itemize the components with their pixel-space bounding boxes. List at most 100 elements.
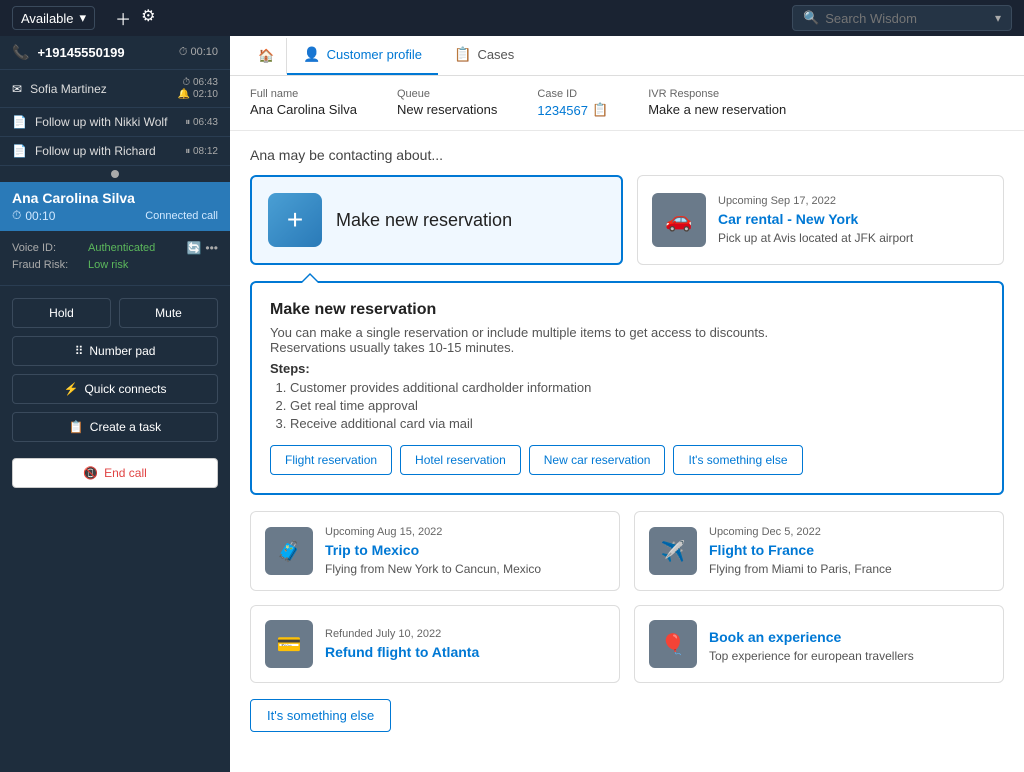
contact-name-nikki: Follow up with Nikki Wolf xyxy=(35,115,177,129)
search-input[interactable] xyxy=(825,11,989,26)
add-icon[interactable]: ＋ xyxy=(115,6,131,30)
ivr-label: IVR Response xyxy=(648,88,786,100)
full-name-label: Full name xyxy=(250,88,357,100)
contact-time-richard: ⏸ 08:12 xyxy=(185,146,218,157)
refresh-icon[interactable]: 🔄 xyxy=(186,241,201,255)
something-else-button[interactable]: It's something else xyxy=(250,699,391,732)
contact-times-richard: ⏸ 08:12 xyxy=(185,146,218,157)
steps-label: Steps: xyxy=(270,361,984,376)
tab-customer-profile[interactable]: 👤 Customer profile xyxy=(287,36,438,75)
number-pad-button[interactable]: ⠿ Number pad xyxy=(12,336,218,366)
contact-time2: 🔔 02:10 xyxy=(178,89,218,100)
luggage-icon: 🧳 xyxy=(265,527,313,575)
contact-item-richard[interactable]: 📄 Follow up with Richard ⏸ 08:12 xyxy=(0,137,230,166)
phone-icon: 📞 xyxy=(12,44,29,61)
end-call-button[interactable]: 📵 End call xyxy=(12,458,218,488)
tab-home[interactable]: 🏠 xyxy=(246,38,287,74)
search-icon: 🔍 xyxy=(803,10,819,26)
customer-info-bar: Full name Ana Carolina Silva Queue New r… xyxy=(230,76,1024,131)
something-else-inline-button[interactable]: It's something else xyxy=(673,445,802,475)
new-car-reservation-button[interactable]: New car reservation xyxy=(529,445,666,475)
flight-reservation-button[interactable]: Flight reservation xyxy=(270,445,392,475)
top-cards-row: + Make new reservation 🚗 Upcoming Sep 17… xyxy=(250,175,1004,265)
numpad-icon: ⠿ xyxy=(75,344,84,358)
chevron-down-icon: ▾ xyxy=(80,10,87,26)
top-bar: Available ▾ ＋ ⚙ 🔍 ▾ xyxy=(0,0,1024,36)
contact-name-richard: Follow up with Richard xyxy=(35,144,177,158)
create-task-button[interactable]: 📋 Create a task xyxy=(12,412,218,442)
car-rental-title[interactable]: Car rental - New York xyxy=(718,211,913,227)
caller-number: +19145550199 xyxy=(37,45,170,60)
flight-france-content: Upcoming Dec 5, 2022 Flight to France Fl… xyxy=(709,526,892,576)
hold-mute-row: Hold Mute xyxy=(12,298,218,328)
car-icon: 🚗 xyxy=(652,193,706,247)
contact-times-nikki: ⏸ 06:43 xyxy=(185,117,218,128)
contact-times: ⏱ 06:43 🔔 02:10 xyxy=(178,77,218,100)
case-id-value[interactable]: 1234567 📋 xyxy=(537,102,608,118)
availability-label: Available xyxy=(21,11,74,26)
book-experience-card[interactable]: 🎈 Book an experience Top experience for … xyxy=(634,605,1004,683)
steps-list: Customer provides additional cardholder … xyxy=(270,380,984,431)
trip-mexico-title[interactable]: Trip to Mexico xyxy=(325,542,541,558)
contact-type-icon2: 📄 xyxy=(12,115,27,129)
availability-select[interactable]: Available ▾ xyxy=(12,6,95,30)
expanded-reservation-section: Make new reservation You can make a sing… xyxy=(250,281,1004,495)
refund-date: Refunded July 10, 2022 xyxy=(325,628,479,640)
action-buttons: Flight reservation Hotel reservation New… xyxy=(270,445,984,475)
car-rental-date: Upcoming Sep 17, 2022 xyxy=(718,195,913,207)
auth-row: Voice ID: Authenticated 🔄 ••• xyxy=(12,241,218,255)
active-phone-call[interactable]: 📞 +19145550199 ⏱ 00:10 xyxy=(0,36,230,70)
ivr-group: IVR Response Make a new reservation xyxy=(648,88,786,118)
contact-time1: ⏱ 06:43 xyxy=(182,77,218,88)
more-icon[interactable]: ••• xyxy=(205,241,218,255)
call-timer: ⏱ 00:10 xyxy=(179,46,218,59)
top-bar-icons: ＋ ⚙ xyxy=(115,6,155,30)
queue-label: Queue xyxy=(397,88,497,100)
flight-france-title[interactable]: Flight to France xyxy=(709,542,892,558)
connected-badge: Connected call xyxy=(145,210,218,222)
book-experience-desc: Top experience for european travellers xyxy=(709,649,914,663)
expanded-description: You can make a single reservation or inc… xyxy=(270,325,984,355)
fraud-label: Fraud Risk: xyxy=(12,259,82,271)
bottom-cards-grid: 🧳 Upcoming Aug 15, 2022 Trip to Mexico F… xyxy=(250,511,1004,683)
step-3: Receive additional card via mail xyxy=(290,416,984,431)
flight-france-card[interactable]: ✈️ Upcoming Dec 5, 2022 Flight to France… xyxy=(634,511,1004,591)
cases-icon: 📋 xyxy=(454,46,471,63)
credit-card-icon: 💳 xyxy=(265,620,313,668)
task-icon: 📋 xyxy=(69,420,84,434)
balloon-icon: 🎈 xyxy=(649,620,697,668)
refund-atlanta-card[interactable]: 💳 Refunded July 10, 2022 Refund flight t… xyxy=(250,605,620,683)
book-experience-title[interactable]: Book an experience xyxy=(709,629,914,645)
search-bar[interactable]: 🔍 ▾ xyxy=(792,5,1012,31)
contact-type-icon: ✉ xyxy=(12,82,22,96)
add-circle-icon: + xyxy=(268,193,322,247)
contact-name: Sofia Martinez xyxy=(30,82,170,96)
main-content: Ana may be contacting about... + Make ne… xyxy=(230,131,1024,772)
trip-mexico-card[interactable]: 🧳 Upcoming Aug 15, 2022 Trip to Mexico F… xyxy=(250,511,620,591)
flight-france-desc: Flying from Miami to Paris, France xyxy=(709,562,892,576)
mute-button[interactable]: Mute xyxy=(119,298,218,328)
search-dropdown-arrow[interactable]: ▾ xyxy=(995,11,1001,25)
active-caller-name: Ana Carolina Silva xyxy=(12,190,218,206)
auth-section: Voice ID: Authenticated 🔄 ••• Fraud Risk… xyxy=(0,231,230,286)
queue-value: New reservations xyxy=(397,102,497,117)
trip-mexico-date: Upcoming Aug 15, 2022 xyxy=(325,526,541,538)
car-rental-card[interactable]: 🚗 Upcoming Sep 17, 2022 Car rental - New… xyxy=(637,175,1004,265)
make-reservation-card[interactable]: + Make new reservation xyxy=(250,175,623,265)
contact-item-sofia[interactable]: ✉ Sofia Martinez ⏱ 06:43 🔔 02:10 xyxy=(0,70,230,108)
active-call-timer: ⏱ 00:10 xyxy=(12,208,55,223)
contact-type-icon3: 📄 xyxy=(12,144,27,158)
refund-atlanta-title[interactable]: Refund flight to Atlanta xyxy=(325,644,479,660)
tab-cases[interactable]: 📋 Cases xyxy=(438,36,530,75)
full-name-value: Ana Carolina Silva xyxy=(250,102,357,117)
step-2: Get real time approval xyxy=(290,398,984,413)
step-1: Customer provides additional cardholder … xyxy=(290,380,984,395)
hotel-reservation-button[interactable]: Hotel reservation xyxy=(400,445,521,475)
flight-france-date: Upcoming Dec 5, 2022 xyxy=(709,526,892,538)
trip-mexico-desc: Flying from New York to Cancun, Mexico xyxy=(325,562,541,576)
copy-icon[interactable]: 📋 xyxy=(592,102,608,118)
quick-connects-button[interactable]: ⚡ Quick connects xyxy=(12,374,218,404)
settings-icon[interactable]: ⚙ xyxy=(141,6,155,30)
hold-button[interactable]: Hold xyxy=(12,298,111,328)
contact-item-nikki[interactable]: 📄 Follow up with Nikki Wolf ⏸ 06:43 xyxy=(0,108,230,137)
